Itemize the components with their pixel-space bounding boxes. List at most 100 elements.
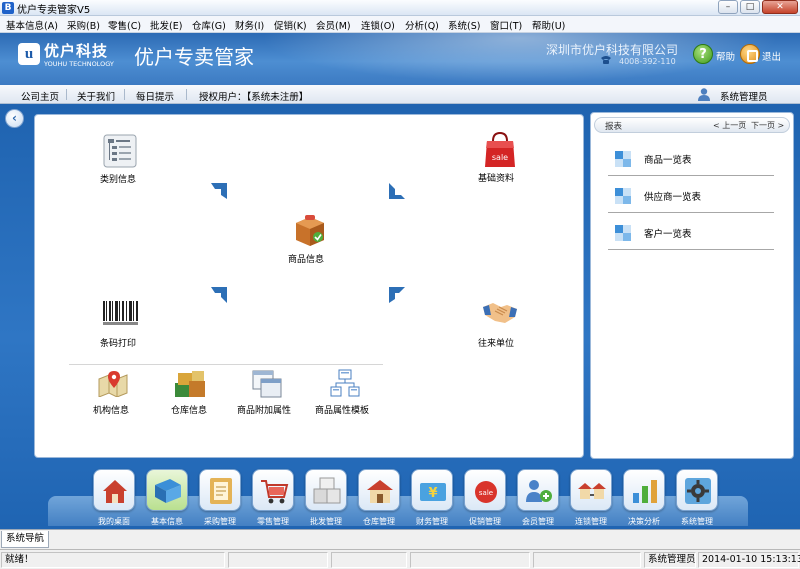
- hotline-number: 4008-392-110: [619, 57, 676, 66]
- members-icon: [526, 480, 552, 502]
- warehouse-house-icon: [367, 480, 393, 503]
- partner-units-item[interactable]: 往来单位: [475, 297, 525, 351]
- menu-warehouse[interactable]: 仓库(G): [192, 18, 226, 32]
- menu-wholesale[interactable]: 批发(E): [150, 18, 182, 32]
- menu-chain[interactable]: 连锁(O): [361, 18, 395, 32]
- logo-text: 优户科技: [44, 42, 109, 60]
- arrow-bracket-icon: [389, 287, 405, 303]
- menu-bar: 基本信息(A) 采购(B) 零售(C) 批发(E) 仓库(G) 财务(I) 促销…: [0, 16, 800, 33]
- dock-label: 基本信息: [151, 517, 183, 526]
- minimize-button[interactable]: –: [718, 0, 738, 14]
- title-bar: B 优户专卖管家V5 – □ ✕: [0, 0, 800, 16]
- svg-text:¥: ¥: [428, 486, 437, 501]
- nav-bar: 公司主页 关于我们 每日提示 授权用户：【系统未注册】 系统管理员: [0, 85, 800, 104]
- report-label: 商品一览表: [644, 155, 692, 166]
- category-info-label: 类别信息: [100, 175, 137, 185]
- basic-data-label: 基础资料: [478, 174, 515, 184]
- menu-basic-info[interactable]: 基本信息(A): [6, 18, 58, 32]
- license-status: 授权用户：【系统未注册】: [199, 92, 309, 103]
- menu-window[interactable]: 窗口(T): [490, 18, 522, 32]
- workspace: ‹ 类别信息 sale 基础资料 商品信息 条码打印 往来单位 机构信息 仓库信…: [0, 104, 800, 529]
- report-header: 报表 < 上一页 下一页 >: [594, 117, 790, 133]
- report-item[interactable]: 供应商一览表: [608, 176, 774, 213]
- status-cell-empty: [228, 552, 328, 568]
- basic-data-item[interactable]: sale 基础资料: [475, 132, 525, 184]
- notebook-icon: [210, 478, 232, 504]
- category-info-item[interactable]: 类别信息: [97, 134, 145, 186]
- company-home-link[interactable]: 公司主页: [21, 89, 59, 103]
- status-datetime: 2014-01-10 15:13:13: [698, 552, 800, 568]
- about-us-link[interactable]: 关于我们: [77, 89, 115, 103]
- report-prev-page[interactable]: < 上一页: [713, 120, 746, 131]
- maximize-button[interactable]: □: [740, 0, 760, 14]
- product-info-label: 商品信息: [288, 255, 325, 265]
- product-attr-template-label: 商品属性模板: [315, 406, 370, 416]
- product-info-item[interactable]: 商品信息: [285, 213, 335, 267]
- category-tree-icon: [103, 134, 137, 168]
- dock-label: 财务管理: [416, 517, 448, 526]
- product-box-icon: [296, 215, 324, 246]
- company-name: 深圳市优户科技有限公司: [546, 43, 679, 57]
- bar-chart-icon: [633, 480, 657, 503]
- menu-help[interactable]: 帮助(U): [532, 18, 565, 32]
- nav-separator: [124, 89, 125, 100]
- back-button[interactable]: ‹: [5, 109, 24, 128]
- barcode-print-label: 条码打印: [100, 339, 137, 349]
- nav-separator: [66, 89, 67, 100]
- organization-info-item[interactable]: 机构信息: [87, 369, 139, 417]
- report-title: 报表: [605, 122, 623, 132]
- barcode-print-item[interactable]: 条码打印: [97, 299, 147, 351]
- dock-label: 采购管理: [204, 517, 236, 526]
- svg-text:sale: sale: [492, 153, 508, 162]
- map-pin-icon: [98, 371, 128, 397]
- function-panel: 类别信息 sale 基础资料 商品信息 条码打印 往来单位 机构信息 仓库信息 …: [34, 114, 584, 458]
- arrow-bracket-icon: [211, 287, 227, 303]
- dock-label: 仓库管理: [363, 517, 395, 526]
- menu-purchase[interactable]: 采购(B): [67, 18, 100, 32]
- menu-promotion[interactable]: 促销(K): [274, 18, 307, 32]
- phone-icon: [601, 56, 611, 64]
- partner-units-label: 往来单位: [478, 339, 515, 349]
- arrow-bracket-icon: [211, 183, 227, 199]
- home-icon: [103, 480, 127, 503]
- report-item[interactable]: 客户一览表: [608, 213, 774, 250]
- report-item[interactable]: 商品一览表: [608, 139, 774, 176]
- exit-button[interactable]: 退出: [762, 49, 781, 63]
- template-tree-icon: [330, 369, 360, 397]
- menu-retail[interactable]: 零售(C): [108, 18, 141, 32]
- warehouse-icon: [175, 371, 205, 397]
- current-user: 系统管理员: [720, 92, 768, 103]
- dock-label: 零售管理: [257, 517, 289, 526]
- app-icon: B: [2, 2, 14, 14]
- dock-label: 决策分析: [628, 517, 660, 526]
- product-attr-template-item[interactable]: 商品属性模板: [313, 369, 377, 417]
- help-icon[interactable]: ?: [693, 44, 713, 64]
- window-title: 优户专卖管家V5: [17, 5, 91, 16]
- menu-system[interactable]: 系统(S): [448, 18, 480, 32]
- svg-text:sale: sale: [479, 489, 493, 497]
- report-label: 供应商一览表: [644, 192, 702, 203]
- shopping-bag-icon: sale: [485, 132, 515, 167]
- barcode-icon: [103, 301, 138, 325]
- status-bar: 就绪！ 系统管理员 2014-01-10 15:13:13: [0, 549, 800, 569]
- status-cell-empty: [533, 552, 641, 568]
- arrow-bracket-icon: [389, 183, 405, 199]
- sale-tag-icon: sale: [475, 481, 497, 503]
- exit-icon[interactable]: [740, 44, 760, 64]
- dock-label: 批发管理: [310, 517, 342, 526]
- report-next-page[interactable]: 下一页 >: [751, 120, 784, 131]
- help-button[interactable]: 帮助: [716, 49, 735, 63]
- cart-icon: [261, 480, 289, 504]
- menu-analysis[interactable]: 分析(Q): [405, 18, 439, 32]
- daily-tips-link[interactable]: 每日提示: [136, 89, 174, 103]
- warehouse-info-item[interactable]: 仓库信息: [165, 369, 217, 417]
- dock-label: 会员管理: [522, 517, 554, 526]
- chain-store-icon: [578, 483, 606, 499]
- report-panel: 报表 < 上一页 下一页 > 商品一览表 供应商一览表 客户一览表: [590, 112, 794, 459]
- menu-member[interactable]: 会员(M): [316, 18, 351, 32]
- tab-system-navigation[interactable]: 系统导航: [1, 531, 50, 548]
- close-button[interactable]: ✕: [762, 0, 798, 14]
- product-extra-attr-item[interactable]: 商品附加属性: [235, 369, 299, 417]
- status-message: 就绪！: [1, 552, 225, 568]
- menu-finance[interactable]: 财务(I): [235, 18, 264, 32]
